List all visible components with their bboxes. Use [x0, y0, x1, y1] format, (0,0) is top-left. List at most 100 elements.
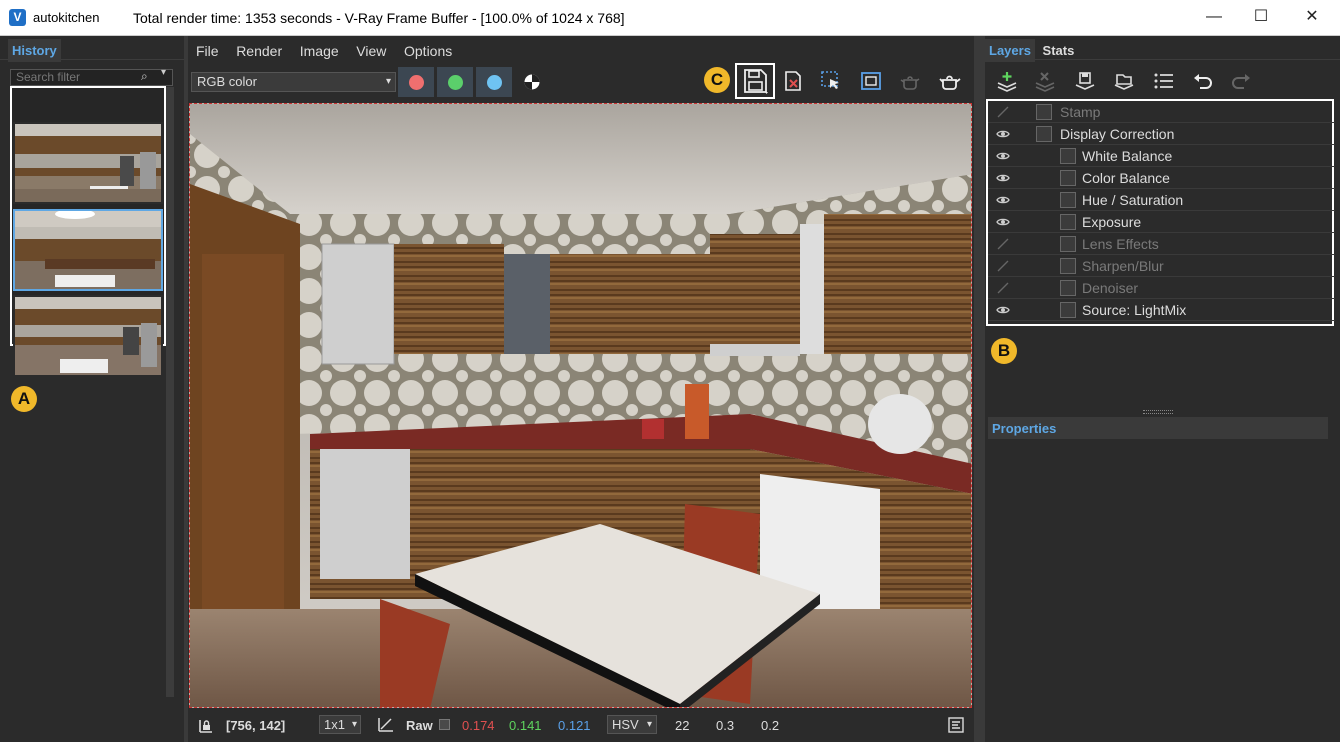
splitter[interactable]: [184, 36, 188, 742]
green-dot-icon: [447, 74, 463, 90]
render-viewport[interactable]: [189, 103, 972, 708]
eye-icon[interactable]: [996, 193, 1010, 207]
add-layer-icon[interactable]: [995, 70, 1019, 92]
zoom-select[interactable]: 1x1 ▾: [319, 715, 361, 734]
eye-icon[interactable]: [996, 127, 1010, 141]
red-dot-icon: [408, 74, 424, 90]
saturation-value: 0.3: [716, 718, 735, 733]
red-channel-button[interactable]: [398, 67, 434, 97]
blue-dot-icon: [486, 74, 502, 90]
layer-label: White Balance: [1082, 148, 1173, 164]
menu-image[interactable]: Image: [300, 43, 339, 59]
green-channel-button[interactable]: [437, 67, 473, 97]
menu-file[interactable]: File: [196, 43, 219, 59]
history-thumbnail[interactable]: [13, 122, 163, 204]
save-image-button[interactable]: [735, 63, 775, 99]
layer-row[interactable]: Color Balance: [988, 167, 1335, 189]
kitchen-render-image: [190, 104, 971, 707]
exposure-icon: [1060, 214, 1076, 230]
lightmix-icon: [1060, 302, 1076, 318]
blue-value: 0.121: [558, 718, 591, 733]
splitter[interactable]: [974, 36, 985, 742]
menu-view[interactable]: View: [356, 43, 386, 59]
lens-effects-icon: [1060, 236, 1076, 252]
layer-row[interactable]: Stamp: [988, 101, 1335, 123]
layer-row[interactable]: White Balance: [988, 145, 1335, 167]
minimize-button[interactable]: —: [1189, 0, 1239, 36]
clear-image-icon[interactable]: [781, 70, 805, 92]
colorspace-select-value: HSV: [612, 717, 639, 732]
app-name: autokitchen: [33, 10, 100, 25]
layer-row[interactable]: Lens Effects: [988, 233, 1335, 255]
layer-row[interactable]: Sharpen/Blur: [988, 255, 1335, 277]
green-value: 0.141: [509, 718, 542, 733]
pixel-coords: [756, 142]: [226, 718, 286, 733]
history-thumbnail[interactable]: [13, 295, 163, 377]
history-scrollbar[interactable]: [166, 87, 174, 697]
colorspace-select[interactable]: HSV ▾: [607, 715, 657, 734]
layer-row[interactable]: Denoiser: [988, 277, 1335, 299]
eye-icon[interactable]: [996, 215, 1010, 229]
callout-badge-b: B: [991, 338, 1017, 364]
color-balance-icon: [1060, 170, 1076, 186]
title-bar: V autokitchen Total render time: 1353 se…: [0, 0, 1340, 36]
layer-row[interactable]: Display Correction: [988, 123, 1335, 145]
eye-hidden-icon[interactable]: [996, 281, 1010, 295]
load-layers-icon[interactable]: [1112, 70, 1136, 92]
chevron-down-icon: ▾: [351, 719, 357, 730]
lock-icon[interactable]: [197, 716, 215, 737]
layer-label: Display Correction: [1060, 126, 1175, 142]
color-swatch: [439, 719, 450, 730]
history-thumbnail[interactable]: [13, 209, 163, 291]
menu-options[interactable]: Options: [404, 43, 452, 59]
maximize-button[interactable]: ☐: [1236, 0, 1286, 36]
color-picker-icon[interactable]: [377, 715, 395, 736]
properties-header: Properties: [988, 417, 1328, 439]
undo-icon[interactable]: [1191, 70, 1215, 92]
sharpen-icon: [1060, 258, 1076, 274]
chevron-down-icon: ▾: [385, 76, 391, 87]
teapot-disabled-icon: [898, 70, 922, 92]
channel-select[interactable]: RGB color ▾: [191, 72, 396, 92]
layer-row[interactable]: Hue / Saturation: [988, 189, 1335, 211]
eye-icon[interactable]: [996, 303, 1010, 317]
tab-stats[interactable]: Stats: [1039, 39, 1079, 62]
layer-label: Stamp: [1060, 104, 1101, 120]
callout-badge-c: C: [704, 67, 730, 93]
menu-render[interactable]: Render: [236, 43, 282, 59]
search-filter-input[interactable]: Search filter: [10, 69, 173, 86]
eye-hidden-icon[interactable]: [996, 259, 1010, 273]
layer-presets-icon[interactable]: [1152, 70, 1176, 92]
channel-select-value: RGB color: [197, 74, 257, 89]
tab-history[interactable]: History: [8, 39, 61, 62]
close-button[interactable]: ✕: [1287, 0, 1337, 36]
render-teapot-icon[interactable]: [938, 70, 962, 92]
log-panel-icon[interactable]: [948, 717, 964, 736]
eye-hidden-icon[interactable]: [996, 237, 1010, 251]
white-balance-icon: [1060, 148, 1076, 164]
eye-hidden-icon[interactable]: [996, 105, 1010, 119]
tab-layers[interactable]: Layers: [985, 39, 1035, 62]
layer-label: Sharpen/Blur: [1082, 258, 1164, 274]
delete-layer-icon: [1033, 70, 1057, 92]
region-select-icon[interactable]: [819, 70, 843, 92]
layer-row[interactable]: Source: LightMix: [988, 299, 1335, 321]
denoiser-icon: [1060, 280, 1076, 296]
layer-row[interactable]: Exposure: [988, 211, 1335, 233]
eye-icon[interactable]: [996, 149, 1010, 163]
layer-label: Exposure: [1082, 214, 1142, 230]
status-bar: [756, 142] 1x1 ▾ Raw 0.174 0.141 0.121 HS…: [189, 710, 972, 740]
save-layers-icon[interactable]: [1073, 70, 1097, 92]
properties-title: Properties: [992, 421, 1057, 436]
alpha-channel-icon[interactable]: [523, 73, 541, 94]
region-render-icon[interactable]: [859, 70, 883, 92]
eye-icon[interactable]: [996, 171, 1010, 185]
blue-channel-button[interactable]: [476, 67, 512, 97]
vray-logo-icon: V: [9, 9, 26, 26]
menu-bar: File Render Image View Options: [196, 43, 466, 59]
callout-badge-a: A: [11, 386, 37, 412]
redo-icon: [1229, 70, 1253, 92]
chevron-down-icon[interactable]: ▾: [161, 67, 166, 78]
panel-splitter[interactable]: [1143, 410, 1173, 414]
layer-label: Source: LightMix: [1082, 302, 1187, 318]
